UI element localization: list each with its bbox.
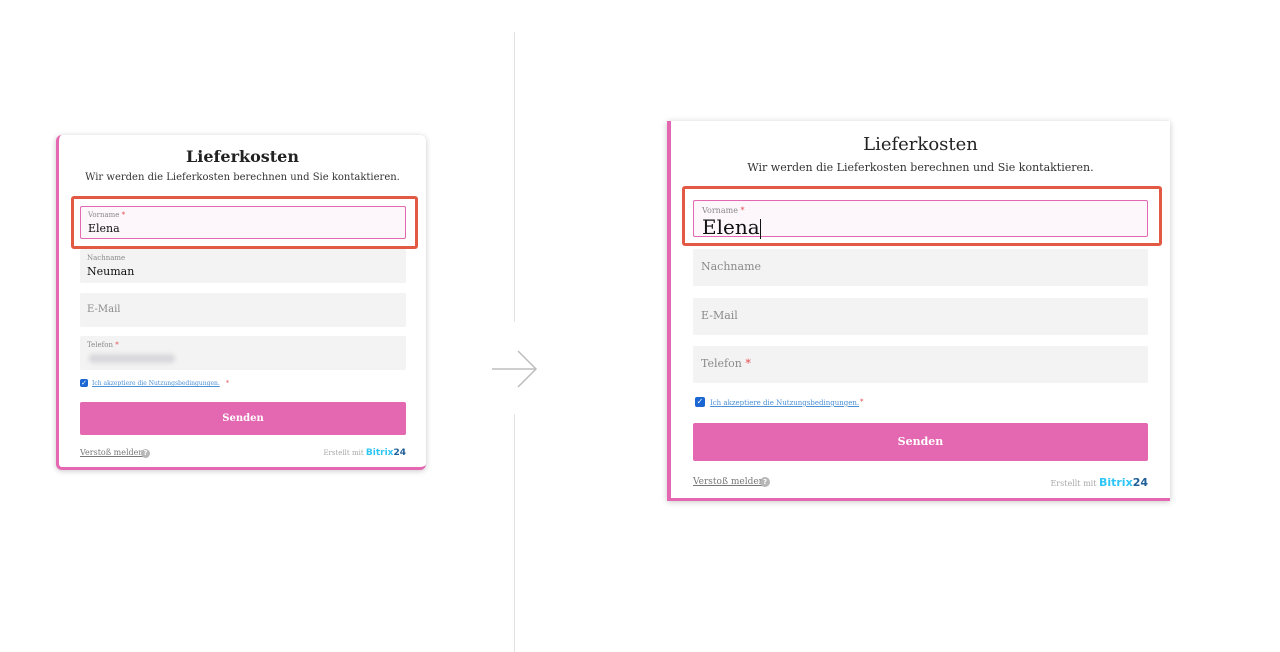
highlight-frame-before: [71, 196, 418, 249]
last-name-label: Nachname: [701, 260, 762, 273]
form-title: Lieferkosten: [863, 134, 978, 155]
consent-checkbox[interactable]: ✓: [80, 379, 88, 387]
phone-value-redacted: [89, 354, 175, 363]
consent-checkbox[interactable]: ✓: [695, 397, 705, 407]
phone-field[interactable]: Telefon *: [80, 336, 406, 370]
phone-label: Telefon *: [87, 341, 119, 349]
arrow-right-icon: [492, 350, 538, 388]
consent-terms-link[interactable]: Ich akzeptiere die Nutzungsbedingungen.: [92, 380, 220, 387]
report-link[interactable]: Verstoß melden: [80, 448, 144, 457]
last-name-value: Neuman: [87, 265, 135, 278]
email-field[interactable]: E-Mail: [693, 298, 1148, 335]
submit-button[interactable]: Senden: [80, 402, 406, 435]
form-card-after: Lieferkosten Wir werden die Lieferkosten…: [667, 121, 1170, 501]
branding-text: Erstellt mit Bitrix24: [323, 448, 406, 458]
divider-line-bottom: [514, 414, 515, 652]
form-card-before: Lieferkosten Wir werden die Lieferkosten…: [56, 135, 426, 470]
last-name-field[interactable]: Nachname Neuman: [80, 249, 406, 283]
email-label: E-Mail: [701, 309, 738, 322]
email-field[interactable]: E-Mail: [80, 293, 406, 327]
branding-text: Erstellt mit Bitrix24: [1050, 476, 1148, 489]
question-circle-icon[interactable]: ?: [141, 449, 150, 458]
highlight-frame-after: [682, 186, 1162, 246]
report-link[interactable]: Verstoß melden: [693, 477, 764, 487]
submit-button[interactable]: Senden: [693, 423, 1148, 461]
consent-required-mark: *: [860, 398, 864, 406]
question-circle-icon[interactable]: ?: [760, 477, 770, 487]
consent-terms-link[interactable]: Ich akzeptiere die Nutzungsbedingungen.: [710, 399, 859, 407]
email-label: E-Mail: [87, 304, 121, 315]
form-subtitle: Wir werden die Lieferkosten berechnen un…: [85, 172, 400, 183]
last-name-label: Nachname: [87, 254, 126, 262]
phone-label: Telefon *: [701, 357, 751, 370]
last-name-field[interactable]: Nachname: [693, 249, 1148, 286]
phone-field[interactable]: Telefon *: [693, 346, 1148, 383]
divider-line-top: [514, 32, 515, 322]
form-subtitle: Wir werden die Lieferkosten berechnen un…: [747, 161, 1094, 174]
consent-required-mark: *: [226, 380, 229, 387]
form-title: Lieferkosten: [186, 147, 299, 166]
